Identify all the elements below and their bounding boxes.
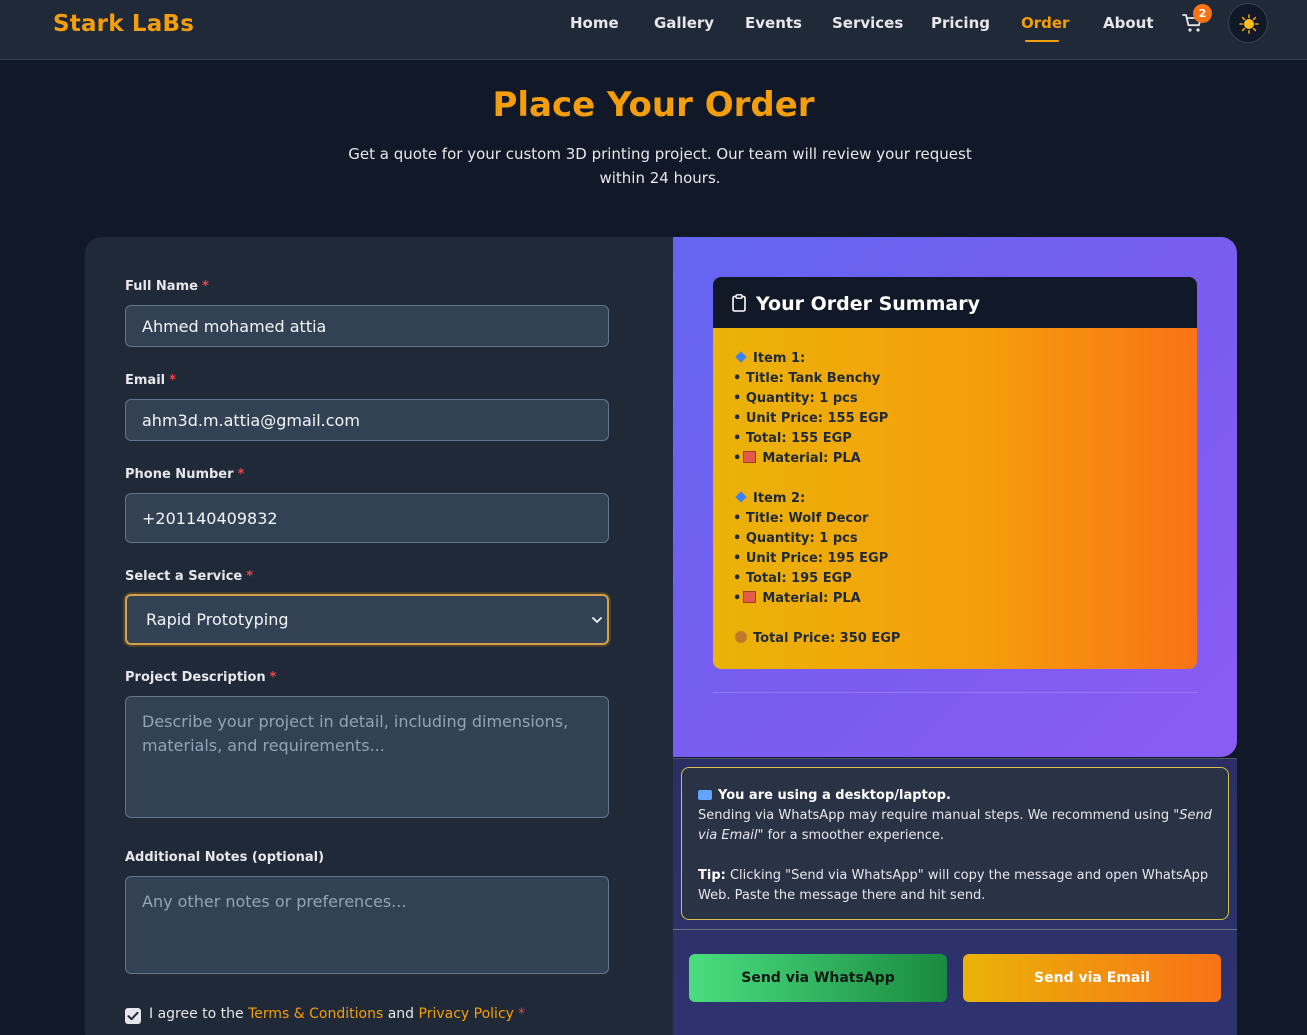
cart-count-badge: 2 (1193, 4, 1212, 23)
nav-link-pricing[interactable]: Pricing (931, 14, 990, 32)
item-1-total: • Total: 155 EGP (733, 431, 852, 446)
nav-link-events[interactable]: Events (745, 14, 802, 32)
item-2-heading: Item 2: (733, 491, 805, 506)
brick-icon (743, 591, 757, 603)
agree-and: and (387, 1006, 415, 1022)
notice-body: Sending via WhatsApp may require manual … (698, 808, 1212, 843)
item-1-quantity: • Quantity: 1 pcs (733, 391, 858, 406)
item-1-material: • Material: PLA (733, 451, 861, 466)
active-nav-indicator (1025, 40, 1059, 42)
item-2-material: • Material: PLA (733, 591, 861, 606)
diamond-icon (735, 351, 747, 363)
item-2-total: • Total: 195 EGP (733, 571, 852, 586)
brick-icon (743, 451, 757, 463)
nav-link-services[interactable]: Services (832, 14, 903, 32)
notes-textarea[interactable]: Any other notes or preferences... (125, 876, 609, 974)
description-textarea[interactable]: Describe your project in detail, includi… (125, 696, 609, 818)
item-2-title: • Title: Wolf Decor (733, 511, 869, 526)
nav-link-gallery[interactable]: Gallery (654, 14, 714, 32)
summary-divider (713, 692, 1197, 693)
phone-input[interactable]: +201140409832 (125, 493, 609, 543)
terms-agreement: I agree to the Terms & Conditions and Pr… (125, 1006, 525, 1024)
desktop-notice: You are using a desktop/laptop. Sending … (681, 767, 1229, 920)
chevron-down-icon (592, 617, 602, 623)
page-subtitle: Get a quote for your custom 3D printing … (348, 145, 972, 187)
money-bag-icon (735, 631, 747, 643)
nav-link-home[interactable]: Home (570, 14, 619, 32)
summary-title: Your Order Summary (756, 293, 980, 315)
navbar: Stark LaBs Home Gallery Events Services … (0, 0, 1307, 60)
item-2-quantity: • Quantity: 1 pcs (733, 531, 858, 546)
sun-icon (1239, 14, 1259, 34)
send-whatsapp-button[interactable]: Send via WhatsApp (689, 954, 947, 1002)
notice-heading: You are using a desktop/laptop. (698, 786, 1212, 806)
terms-checkbox[interactable] (125, 1008, 141, 1024)
notes-label: Additional Notes (optional) (125, 850, 325, 865)
full-name-input[interactable]: Ahmed mohamed attia (125, 305, 609, 347)
brand-logo[interactable]: Stark LaBs (53, 11, 194, 37)
email-label: Email * (125, 373, 176, 388)
section-divider (673, 929, 1237, 930)
laptop-icon (698, 790, 712, 800)
description-label: Project Description * (125, 670, 277, 685)
clipboard-icon (732, 294, 746, 312)
theme-toggle-button[interactable] (1228, 3, 1268, 43)
checkmark-icon (127, 1011, 139, 1021)
diamond-icon (735, 491, 747, 503)
terms-link[interactable]: Terms & Conditions (248, 1006, 383, 1022)
order-summary-card: Your Order Summary Item 1: • Title: Tank… (713, 277, 1197, 669)
phone-label: Phone Number * (125, 467, 245, 482)
item-1-heading: Item 1: (733, 351, 805, 366)
total-price: Total Price: 350 EGP (733, 631, 900, 646)
send-email-button[interactable]: Send via Email (963, 954, 1221, 1002)
item-1-unit-price: • Unit Price: 155 EGP (733, 411, 889, 426)
nav-link-order[interactable]: Order (1021, 14, 1069, 32)
full-name-label: Full Name * (125, 279, 209, 294)
summary-header: Your Order Summary (713, 277, 1197, 328)
notice-tip: Tip: Clicking "Send via WhatsApp" will c… (698, 868, 1209, 903)
service-selected-value: Rapid Prototyping (146, 610, 289, 629)
email-input[interactable]: ahm3d.m.attia@gmail.com (125, 399, 609, 441)
item-2-unit-price: • Unit Price: 195 EGP (733, 551, 889, 566)
nav-link-about[interactable]: About (1103, 14, 1154, 32)
service-label: Select a Service * (125, 569, 254, 584)
page-title: Place Your Order (492, 85, 815, 125)
service-select[interactable]: Rapid Prototyping (125, 594, 609, 645)
agree-prefix: I agree to the (149, 1006, 244, 1022)
privacy-link[interactable]: Privacy Policy (419, 1006, 514, 1022)
item-1-title: • Title: Tank Benchy (733, 371, 881, 386)
